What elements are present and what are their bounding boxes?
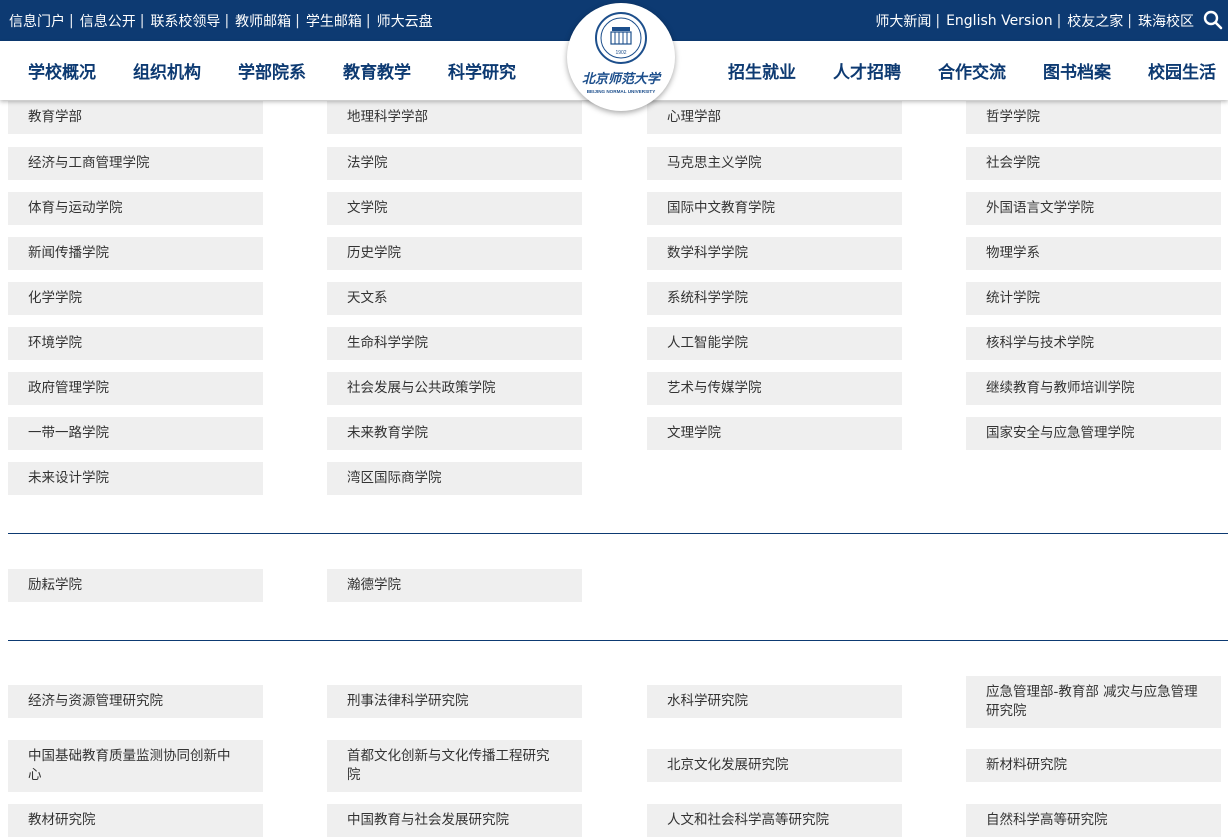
directory-item[interactable]: 人文和社会科学高等研究院 xyxy=(647,804,902,837)
top-link-student-mail[interactable]: 学生邮箱 xyxy=(306,11,362,31)
directory-item[interactable]: 统计学院 xyxy=(966,282,1221,315)
separator: | xyxy=(69,12,74,29)
section-divider xyxy=(8,640,1228,641)
separator: | xyxy=(935,12,941,29)
directory-item[interactable]: 国家安全与应急管理学院 xyxy=(966,417,1221,450)
directory-item[interactable]: 社会发展与公共政策学院 xyxy=(327,372,582,405)
directory-item[interactable]: 经济与工商管理学院 xyxy=(8,147,263,180)
top-link-cloud-drive[interactable]: 师大云盘 xyxy=(377,11,433,31)
directory-item[interactable]: 水科学研究院 xyxy=(647,685,902,718)
directory-item[interactable]: 文学院 xyxy=(327,192,582,225)
directory-item[interactable]: 首都文化创新与文化传播工程研究院 xyxy=(327,740,582,792)
directory-item[interactable]: 励耘学院 xyxy=(8,569,263,602)
nav-item-cooperation[interactable]: 合作交流 xyxy=(938,58,1006,83)
separator: | xyxy=(295,12,300,29)
directory-item[interactable]: 天文系 xyxy=(327,282,582,315)
directory-item[interactable]: 物理学系 xyxy=(966,237,1221,270)
nav-item-campus-life[interactable]: 校园生活 xyxy=(1148,58,1216,83)
separator: | xyxy=(365,12,371,29)
top-link-alumni[interactable]: 校友之家 xyxy=(1067,11,1123,31)
nav-item-recruitment[interactable]: 人才招聘 xyxy=(833,58,901,83)
nav-item-library[interactable]: 图书档案 xyxy=(1043,58,1111,83)
directory-item[interactable]: 应急管理部-教育部 减灾与应急管理研究院 xyxy=(966,676,1221,728)
top-link-english-version[interactable]: English Version xyxy=(946,13,1052,29)
directory-item[interactable]: 哲学学院 xyxy=(966,101,1221,134)
directory-item[interactable]: 历史学院 xyxy=(327,237,582,270)
university-seal-icon: 1902 北京师范大学 BEIJING NORMAL UNIVERSITY xyxy=(582,12,662,94)
directory-item[interactable]: 社会学院 xyxy=(966,147,1221,180)
search-icon[interactable] xyxy=(1202,9,1224,31)
nav-item-organization[interactable]: 组织机构 xyxy=(133,58,201,83)
directory-item[interactable]: 新材料研究院 xyxy=(966,749,1221,782)
directory-item[interactable]: 政府管理学院 xyxy=(8,372,263,405)
top-link-info-public[interactable]: 信息公开 xyxy=(80,11,136,31)
directory-item[interactable]: 马克思主义学院 xyxy=(647,147,902,180)
directory-item[interactable]: 自然科学高等研究院 xyxy=(966,804,1221,837)
directory-item[interactable]: 心理学部 xyxy=(647,101,902,134)
top-right-links: 师大新闻 | English Version | 校友之家 | 珠海校区 xyxy=(875,0,1194,41)
directory-item[interactable]: 教材研究院 xyxy=(8,804,263,837)
top-link-portal[interactable]: 信息门户 xyxy=(9,11,65,31)
directory-item[interactable]: 教育学部 xyxy=(8,101,263,134)
nav-item-research[interactable]: 科学研究 xyxy=(448,58,516,83)
separator: | xyxy=(224,12,230,29)
directory-item[interactable]: 核科学与技术学院 xyxy=(966,327,1221,360)
directory-item[interactable]: 中国基础教育质量监测协同创新中心 xyxy=(8,740,263,792)
main-nav-left: 学校概况 组织机构 学部院系 教育教学 科学研究 xyxy=(28,41,553,100)
directory-item[interactable]: 生命科学学院 xyxy=(327,327,582,360)
top-link-contact-leaders[interactable]: 联系校领导 xyxy=(150,11,220,31)
directory-item[interactable]: 地理科学学部 xyxy=(327,101,582,134)
directory-item[interactable]: 中国教育与社会发展研究院 xyxy=(327,804,582,837)
directory-item[interactable]: 化学学院 xyxy=(8,282,263,315)
directory-item[interactable]: 数学科学学院 xyxy=(647,237,902,270)
top-link-zhuhai-campus[interactable]: 珠海校区 xyxy=(1138,11,1194,31)
university-logo[interactable]: 1902 北京师范大学 BEIJING NORMAL UNIVERSITY xyxy=(567,3,675,111)
logo-year: 1902 xyxy=(615,50,626,56)
main-nav-right: 招生就业 人才招聘 合作交流 图书档案 校园生活 xyxy=(691,41,1216,100)
top-link-news[interactable]: 师大新闻 xyxy=(875,11,931,31)
directory-item[interactable]: 经济与资源管理研究院 xyxy=(8,685,263,718)
logo-english-name: BEIJING NORMAL UNIVERSITY xyxy=(587,89,656,94)
directory-item[interactable]: 外国语言文学学院 xyxy=(966,192,1221,225)
directory-item[interactable]: 新闻传播学院 xyxy=(8,237,263,270)
directory-item[interactable]: 湾区国际商学院 xyxy=(327,462,582,495)
directory-item[interactable]: 体育与运动学院 xyxy=(8,192,263,225)
directory-item[interactable]: 系统科学学院 xyxy=(647,282,902,315)
separator: | xyxy=(1056,12,1062,29)
directory-item[interactable]: 人工智能学院 xyxy=(647,327,902,360)
top-left-links: 信息门户 | 信息公开 | 联系校领导 | 教师邮箱 | 学生邮箱 | 师大云盘 xyxy=(9,0,433,41)
directory-item[interactable]: 艺术与传媒学院 xyxy=(647,372,902,405)
directory-item[interactable]: 法学院 xyxy=(327,147,582,180)
separator: | xyxy=(1127,12,1132,29)
logo-chinese-name: 北京师范大学 xyxy=(582,71,662,87)
directory-item[interactable]: 文理学院 xyxy=(647,417,902,450)
directory-item[interactable]: 刑事法律科学研究院 xyxy=(327,685,582,718)
nav-item-admissions[interactable]: 招生就业 xyxy=(728,58,796,83)
departments-directory: 教育学部 地理科学学部 心理学部 哲学学院 经济与工商管理学院 法学院 马克思主… xyxy=(0,100,1228,837)
directory-item[interactable]: 瀚德学院 xyxy=(327,569,582,602)
directory-item[interactable]: 国际中文教育学院 xyxy=(647,192,902,225)
directory-item[interactable]: 环境学院 xyxy=(8,327,263,360)
directory-item[interactable]: 未来教育学院 xyxy=(327,417,582,450)
directory-item[interactable]: 未来设计学院 xyxy=(8,462,263,495)
top-link-teacher-mail[interactable]: 教师邮箱 xyxy=(235,11,291,31)
nav-item-schools[interactable]: 学部院系 xyxy=(238,58,306,83)
separator: | xyxy=(139,12,145,29)
nav-item-about[interactable]: 学校概况 xyxy=(28,58,96,83)
nav-item-education[interactable]: 教育教学 xyxy=(343,58,411,83)
directory-item[interactable]: 继续教育与教师培训学院 xyxy=(966,372,1221,405)
directory-item[interactable]: 北京文化发展研究院 xyxy=(647,749,902,782)
section-divider xyxy=(8,533,1228,534)
directory-item[interactable]: 一带一路学院 xyxy=(8,417,263,450)
